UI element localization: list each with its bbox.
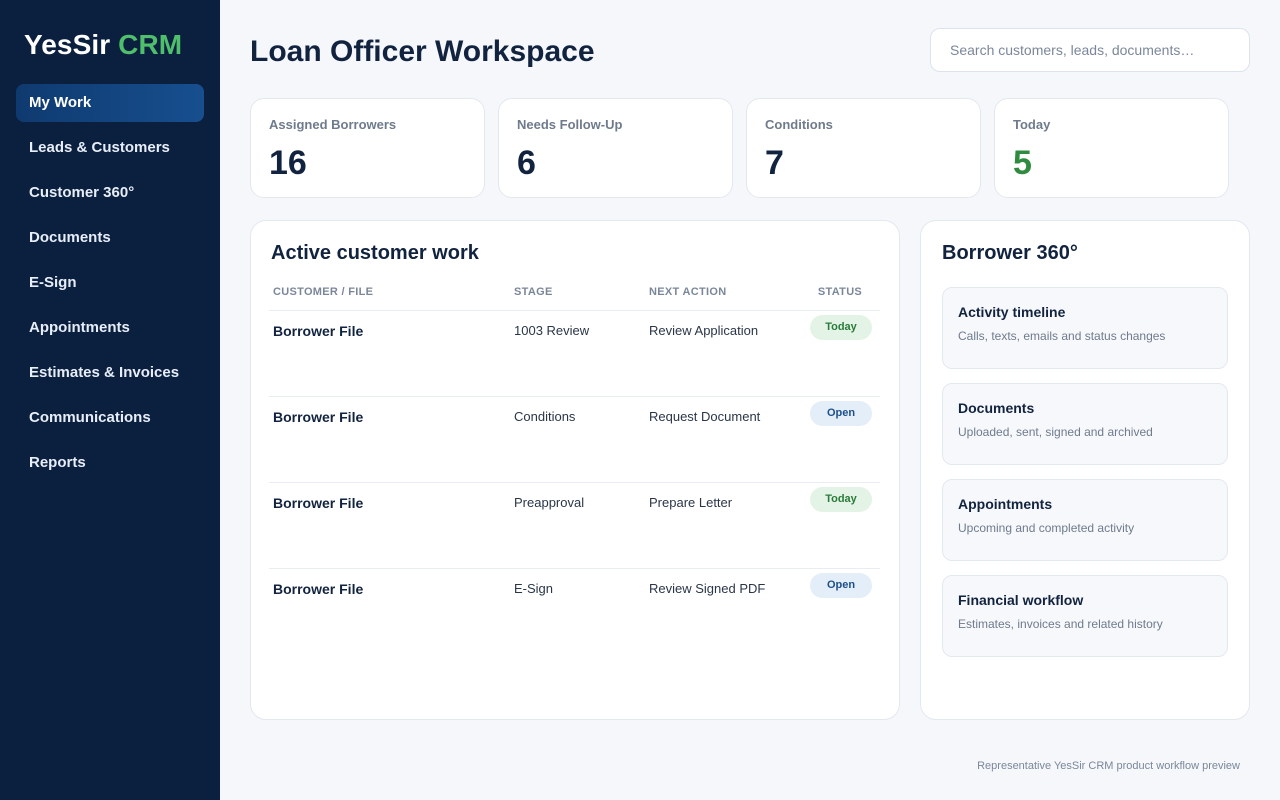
stage: Conditions <box>514 409 576 424</box>
table-row[interactable]: Borrower File E-Sign Review Signed PDF O… <box>269 568 880 654</box>
stage: E-Sign <box>514 581 554 596</box>
stat-label: Today <box>1013 117 1051 132</box>
customer-file[interactable]: Borrower File <box>273 580 363 598</box>
stat-value: 16 <box>269 144 307 182</box>
stat-card-conditions[interactable]: Conditions 7 <box>746 98 981 198</box>
stat-card-needs-follow-up[interactable]: Needs Follow-Up 6 <box>498 98 733 198</box>
stat-value: 7 <box>765 144 784 182</box>
stat-card-today[interactable]: Today 5 <box>994 98 1229 198</box>
card-title: Financial workflow <box>958 592 1084 608</box>
customer-file[interactable]: Borrower File <box>273 322 363 340</box>
status-badge: Today <box>810 315 872 340</box>
card-description: Calls, texts, emails and status changes <box>958 329 1166 343</box>
stat-label: Conditions <box>765 117 833 132</box>
next-action[interactable]: Prepare Letter <box>649 494 732 512</box>
footer-note: Representative YesSir CRM product workfl… <box>977 760 1240 772</box>
stage: Preapproval <box>514 495 585 510</box>
column-header-customer[interactable]: CUSTOMER / FILE <box>273 286 373 298</box>
sidebar-item-appointments[interactable]: Appointments <box>16 309 204 347</box>
sidebar-item-customer-360[interactable]: Customer 360° <box>16 174 204 212</box>
customer-file[interactable]: Borrower File <box>273 494 363 512</box>
sidebar-item-estimates-invoices[interactable]: Estimates & Invoices <box>16 354 204 392</box>
panel-title: Borrower 360° <box>942 242 1078 264</box>
stat-label: Assigned Borrowers <box>269 117 397 132</box>
status-badge: Today <box>810 487 872 512</box>
sidebar-item-communications[interactable]: Communications <box>16 399 204 437</box>
active-customer-work-panel: Active customer work CUSTOMER / FILE STA… <box>250 220 900 720</box>
next-action[interactable]: Request Document <box>649 408 760 426</box>
stat-label: Needs Follow-Up <box>517 117 623 132</box>
table-row[interactable]: Borrower File 1003 Review Review Applica… <box>269 310 880 396</box>
table-row[interactable]: Borrower File Preapproval Prepare Letter… <box>269 482 880 568</box>
card-title: Documents <box>958 400 1035 416</box>
customer-file[interactable]: Borrower File <box>273 408 363 426</box>
card-title: Appointments <box>958 496 1053 512</box>
appointments-card[interactable]: Appointments Upcoming and completed acti… <box>942 479 1228 561</box>
card-title: Activity timeline <box>958 304 1066 320</box>
card-description: Upcoming and completed activity <box>958 521 1135 535</box>
sidebar-item-e-sign[interactable]: E-Sign <box>16 264 204 302</box>
column-header-stage[interactable]: STAGE <box>514 286 553 298</box>
status-badge: Open <box>810 573 872 598</box>
brand-name: YesSir <box>24 29 111 60</box>
brand-logo[interactable]: YesSir CRM <box>16 28 204 62</box>
panel-title: Active customer work <box>271 242 479 264</box>
borrower-360-panel: Borrower 360° Activity timeline Calls, t… <box>920 220 1250 720</box>
stat-value: 6 <box>517 144 536 182</box>
card-description: Estimates, invoices and related history <box>958 617 1163 631</box>
next-action[interactable]: Review Signed PDF <box>649 580 765 598</box>
sidebar-item-reports[interactable]: Reports <box>16 444 204 482</box>
brand-accent: CRM <box>118 29 183 60</box>
page-title: Loan Officer Workspace <box>250 35 595 68</box>
sidebar-item-leads-customers[interactable]: Leads & Customers <box>16 129 204 167</box>
stat-card-assigned-borrowers[interactable]: Assigned Borrowers 16 <box>250 98 485 198</box>
stage: 1003 Review <box>514 323 590 338</box>
activity-timeline-card[interactable]: Activity timeline Calls, texts, emails a… <box>942 287 1228 369</box>
next-action[interactable]: Review Application <box>649 322 758 340</box>
sidebar-item-documents[interactable]: Documents <box>16 219 204 257</box>
documents-card[interactable]: Documents Uploaded, sent, signed and arc… <box>942 383 1228 465</box>
status-badge: Open <box>810 401 872 426</box>
table-header: CUSTOMER / FILE STAGE NEXT ACTION STATUS <box>271 286 879 310</box>
financial-workflow-card[interactable]: Financial workflow Estimates, invoices a… <box>942 575 1228 657</box>
table-row[interactable]: Borrower File Conditions Request Documen… <box>269 396 880 482</box>
search-input[interactable] <box>930 28 1250 72</box>
stat-value: 5 <box>1013 144 1032 182</box>
sidebar-item-my-work[interactable]: My Work <box>16 84 204 122</box>
card-description: Uploaded, sent, signed and archived <box>958 425 1153 439</box>
column-header-status[interactable]: STATUS <box>808 286 872 298</box>
sidebar: YesSir CRM My Work Leads & Customers Cus… <box>0 0 220 800</box>
column-header-next-action[interactable]: NEXT ACTION <box>649 286 726 298</box>
